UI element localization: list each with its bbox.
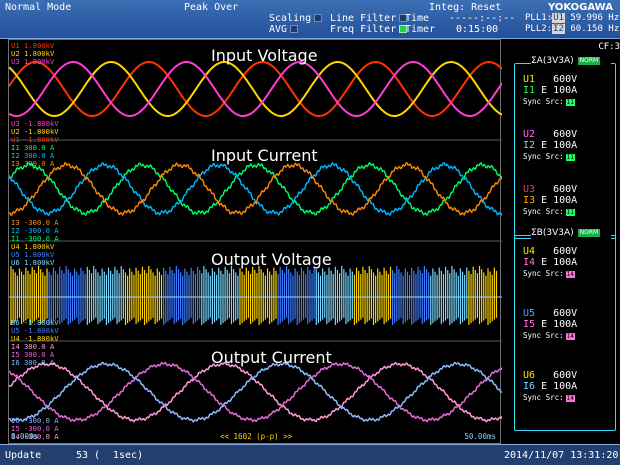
channel-u1[interactable]: U1 600V I1 E 100A Sync Src: I1 [523,74,609,126]
date-time: 2014/11/07 13:31:20 [504,450,619,461]
time-end-label: 50.00ms [464,432,496,441]
input-voltage-title: Input Voltage [211,46,318,65]
label-u3: U3 1.800kV [11,57,55,66]
channel-u2[interactable]: U2 600V I2 E 100A Sync Src: I1 [523,129,609,181]
label-i6: I6 300.0 A [11,358,55,367]
time-value: -----:--:-- [449,13,516,24]
trace-i4 [9,361,502,423]
output-current-title: Output Current [211,348,332,367]
crest-factor: CF:3 [598,42,620,52]
channel-u6[interactable]: U6 600V I6 E 100A Sync Src: I4 [523,370,609,422]
update-label: Update [5,450,42,461]
peak-over-text: Peak Over [184,2,239,13]
group-b-header: ΣB(3V3A) NORM [531,228,611,242]
avg-label: AVG [269,24,299,35]
trace-i5 [9,361,502,423]
trace-i3 [9,161,502,217]
pll-2: PLL2:I2 60.150 Hz [525,24,620,34]
status-bar: Normal Mode Peak Over Scaling AVG Line F… [0,0,620,39]
points-label[interactable]: << 1602 (p-p) >> [220,432,292,441]
input-current-title: Input Current [211,146,318,165]
time-start-label: 0.000s [11,432,39,441]
freq-filter-label: Freq Filter [330,24,408,35]
waveform-svg [9,61,502,423]
label-u6: U6 1.800kV [11,258,55,267]
output-voltage-title: Output Voltage [211,250,332,269]
group-b-box[interactable]: ΣB(3V3A) NORM U4 600V I4 E 100A Sync Src:… [514,228,616,431]
label-i3: I3 300.0 A [11,159,55,168]
pll-1: PLL1:U1 59.996 Hz [525,13,620,23]
trace-i6 [9,361,502,423]
update-count: 53 ( [76,450,101,461]
line-filter-label: Line Filter [330,13,408,24]
channel-u5[interactable]: U5 600V I5 E 100A Sync Src: I4 [523,308,609,360]
group-a-box[interactable]: ΣA(3V3A) NORM U1 600V I1 E 100A Sync Src:… [514,56,616,239]
group-a-header: ΣA(3V3A) NORM [531,56,611,70]
trace-i1 [9,161,502,217]
update-interval: 1sec) [113,450,144,461]
footer-bar: Update 53 ( 1sec) 2014/11/07 13:31:20 [0,444,620,465]
mode-text: Normal Mode [5,2,72,13]
trace-i2 [9,161,502,217]
timer-value: 0:15:00 [456,24,499,35]
time-label: Time [405,13,430,24]
integration-status: Integ: Reset [429,2,502,13]
timer-label: Timer [405,24,436,35]
channel-panel: CF:3 ΣA(3V3A) NORM U1 600V I1 E 100A Sync… [504,39,620,444]
waveform-plot: Input Voltage Input Current Output Volta… [8,39,502,444]
channel-u4[interactable]: U4 600V I4 E 100A Sync Src: I4 [523,246,609,298]
scaling-label: Scaling [269,13,323,24]
